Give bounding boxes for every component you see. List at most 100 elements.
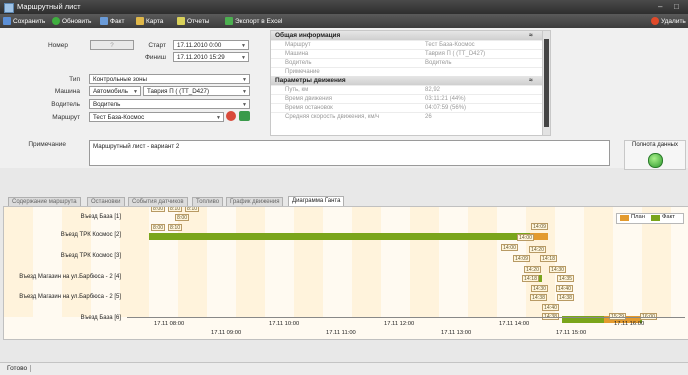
data-completeness-panel: Полнота данных — [624, 140, 686, 170]
data-completeness-label: Полнота данных — [632, 142, 678, 148]
fact-legend-swatch — [651, 215, 660, 221]
info-row: Маршрут Тест База-Космос — [271, 40, 543, 49]
reports-icon — [177, 17, 185, 25]
info-row: Время остановок 04:07:59 (56%) — [271, 103, 543, 112]
info-row: Машина Таврия П ( (TT_D427) — [271, 49, 543, 58]
maximize-button[interactable]: □ — [674, 2, 679, 11]
info-key: Водитель — [285, 60, 312, 66]
gantt-chart: План Факт Въезд База [1] Въезд ТРК Космос… — [3, 206, 688, 340]
finish-datetime-field[interactable]: 17.11.2010 15:29 ▼ — [173, 52, 249, 62]
info-value: 26 — [425, 114, 432, 120]
general-info-header[interactable]: Общая информация ≈ — [271, 31, 543, 40]
tab-bar: Содержание маршрута Остановки События да… — [0, 196, 688, 206]
status-bar: Готово — [0, 362, 688, 375]
tab-motion-graph[interactable]: График движения — [226, 197, 284, 206]
time-tag: 14:00 — [517, 234, 534, 241]
clear-route-icon[interactable] — [226, 111, 236, 121]
time-tag: 8:10 — [168, 224, 183, 231]
info-key: Примечание — [285, 69, 320, 75]
info-row: Средняя скорость движения, км/ч 26 — [271, 112, 543, 121]
info-key: Маршрут — [285, 42, 311, 48]
time-tag: 14:30 — [531, 285, 548, 292]
x-tick-label: 17.11 09:00 — [211, 330, 242, 336]
map-button[interactable]: Карта — [136, 17, 163, 25]
note-label: Примечание — [28, 141, 66, 148]
vehicle-label: Машина — [54, 88, 80, 95]
refresh-icon — [52, 17, 60, 25]
tab-stops[interactable]: Остановки — [87, 197, 125, 206]
window-title: Маршрутный лист — [17, 2, 81, 11]
tab-route-content[interactable]: Содержание маршрута — [8, 197, 81, 206]
time-tag: 8:00 — [151, 206, 166, 212]
time-tag: 14:38 — [530, 294, 547, 301]
toolbar: Сохранить Обновить Факт Карта Отчеты Экс… — [0, 14, 688, 28]
chevron-down-icon: ▼ — [242, 89, 247, 95]
start-datetime-field[interactable]: 17.11.2010 0:00 ▼ — [173, 40, 249, 50]
time-tag: 14:09 — [513, 255, 530, 262]
info-value: Тест База-Космос — [425, 42, 475, 48]
info-value: Таврия П ( (TT_D427) — [425, 51, 486, 57]
tab-gantt[interactable]: Диаграмма Ганта — [288, 196, 345, 206]
info-value: 82,92 — [425, 87, 441, 93]
reports-button[interactable]: Отчеты — [177, 17, 209, 25]
time-tag: 14:40 — [556, 285, 573, 292]
fact-bar[interactable] — [185, 233, 530, 240]
time-tag: 14:09 — [531, 223, 548, 230]
info-row: Водитель Водитель — [271, 58, 543, 67]
fact-bar[interactable] — [149, 233, 185, 240]
save-button[interactable]: Сохранить — [3, 17, 45, 25]
info-key: Путь, км — [285, 87, 309, 93]
gantt-row-label: Въезд Магазин на ул.Барбюса - 2 [4] — [19, 274, 121, 280]
time-tag: 14:30 — [549, 266, 566, 273]
time-tag: 14:00 — [501, 244, 518, 251]
plan-legend-label: План — [631, 214, 645, 220]
x-tick-label: 17.11 13:00 — [441, 330, 472, 336]
minimize-button[interactable]: – — [658, 2, 662, 11]
time-tag: 14:18 — [540, 255, 557, 262]
gantt-legend: План Факт — [616, 213, 684, 224]
start-label: Старт — [148, 42, 166, 49]
chevron-down-icon: ▼ — [241, 55, 246, 61]
x-tick-label: 17.11 12:00 — [384, 321, 415, 327]
tab-sensor-events[interactable]: События датчиков — [128, 197, 188, 206]
delete-button[interactable]: Удалить — [651, 17, 686, 25]
general-info-rows: Маршрут Тест База-Космос Машина Таврия П ( … — [271, 40, 543, 76]
note-textarea[interactable]: Маршрутный лист - вариант 2 — [89, 140, 610, 166]
x-tick-label: 17.11 10:00 — [269, 321, 300, 327]
x-tick-label: 17.11 11:00 — [326, 330, 356, 336]
gantt-row-label: Въезд База [6] — [80, 315, 121, 321]
time-tag: 8:00 — [151, 224, 166, 231]
chevron-down-icon: ▼ — [241, 43, 246, 49]
info-row: Примечание — [271, 67, 543, 76]
gantt-row-label: Въезд ТРК Космос [2] — [60, 232, 121, 238]
delete-icon — [651, 17, 659, 25]
route-label: Маршрут — [52, 114, 80, 121]
edit-route-icon[interactable] — [239, 111, 250, 121]
export-excel-button[interactable]: Экспорт в Excel — [225, 17, 282, 25]
tab-fuel[interactable]: Топливо — [192, 197, 224, 206]
x-tick-label: 17.11 14:00 — [499, 321, 530, 327]
time-tag: 8:00 — [175, 214, 190, 221]
info-value: 04:07:59 (56%) — [425, 105, 467, 111]
status-indicator-icon — [648, 153, 663, 168]
map-icon — [136, 17, 144, 25]
number-field[interactable]: ? — [90, 40, 134, 50]
driver-select[interactable]: Водитель ▼ — [89, 99, 250, 109]
gantt-row-label: Въезд Магазин на ул.Барбюса - 2 [5] — [19, 294, 121, 300]
vehicle-kind-select[interactable]: Автомобиль ▼ — [89, 86, 141, 96]
motion-params-rows: Путь, км 82,92 Время движения 03:11:21 (44%… — [271, 85, 543, 121]
motion-params-header[interactable]: Параметры движения ≈ — [271, 76, 543, 85]
refresh-button[interactable]: Обновить — [52, 17, 91, 25]
time-tag: 8:10 — [185, 206, 200, 212]
time-tag: 14:20 — [524, 266, 541, 273]
info-value: Водитель — [425, 60, 452, 66]
info-scrollbar[interactable] — [542, 30, 551, 136]
info-key: Средняя скорость движения, км/ч — [285, 114, 380, 120]
vehicle-select[interactable]: Таврия П ( (TT_D427) ▼ — [143, 86, 250, 96]
route-select[interactable]: Тест База-Космос ▼ — [89, 112, 224, 122]
collapse-icon[interactable]: ≈ — [529, 76, 533, 85]
collapse-icon[interactable]: ≈ — [529, 31, 533, 40]
time-tag: 14:35 — [557, 275, 574, 282]
type-select[interactable]: Контрольные зоны ▼ — [89, 74, 250, 84]
fact-button[interactable]: Факт — [100, 17, 124, 25]
